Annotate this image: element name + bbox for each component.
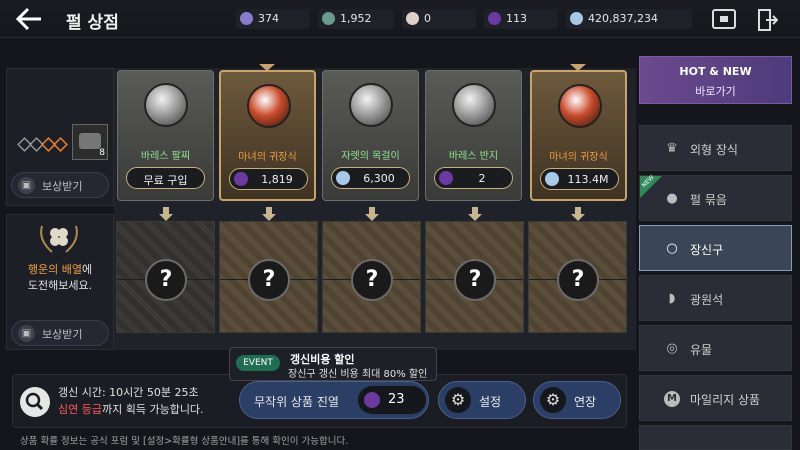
lucky-array-text: 행운의 배열에 도전해보세요. <box>27 263 93 292</box>
product-card-2[interactable]: 마녀의 귀장식 1,819 <box>219 70 316 201</box>
down-arrow-icon <box>571 207 585 221</box>
silver-coin-icon <box>570 12 583 25</box>
progress-diamonds-icon <box>16 134 68 154</box>
currency-purple-gem: 113 <box>484 9 558 29</box>
event-badge: EVENT <box>236 355 280 371</box>
down-arrow-icon <box>262 207 276 221</box>
bracelet-icon <box>144 83 188 127</box>
question-mark-icon: ? <box>351 259 393 301</box>
mileage-icon: M <box>664 391 680 407</box>
buy-button[interactable]: 2 <box>434 167 513 189</box>
reward-button-top[interactable]: ▣ 보상받기 <box>11 172 109 198</box>
question-mark-icon: ? <box>454 259 496 301</box>
gift-icon: ▣ <box>18 325 35 342</box>
event-tooltip: EVENT 갱신비용 할인 장신구 갱신 비용 최대 80% 할인 <box>229 347 437 381</box>
ring-item-icon <box>452 83 496 127</box>
search-icon[interactable] <box>20 387 50 417</box>
reward-item-thumbnail[interactable]: 8 <box>72 124 108 160</box>
mystery-slot-2[interactable]: ? <box>219 221 318 333</box>
buy-button[interactable]: 6,300 <box>331 167 410 189</box>
mystery-slot-3[interactable]: ? <box>322 221 421 333</box>
ring-icon: ○ <box>666 241 678 256</box>
purple-gem-icon <box>364 392 380 408</box>
relic-icon: ◎ <box>666 341 678 356</box>
badge-count: 8 <box>99 148 105 158</box>
probability-footnote: 상품 확률 정보는 공식 포럼 및 [설정>확률형 상품안내]를 통해 확인이 … <box>20 436 349 447</box>
mileage-icon <box>240 12 253 25</box>
question-mark-icon: ? <box>248 259 290 301</box>
page-title: 펄 상점 <box>66 13 119 33</box>
gift-icon: ▣ <box>18 177 35 194</box>
random-cost: 23 <box>358 386 426 414</box>
refresh-time: 갱신 시간: 10시간 50분 25초 <box>58 386 199 399</box>
back-arrow-icon[interactable] <box>14 6 44 32</box>
sidebar-item-partial[interactable] <box>639 425 792 450</box>
hot-new-banner[interactable]: HOT & NEW 바로가기 <box>639 56 792 104</box>
purple-gem-icon <box>488 12 501 25</box>
mystery-slot-1[interactable]: ? <box>116 221 215 333</box>
mystery-slot-5[interactable]: ? <box>528 221 627 333</box>
question-mark-icon: ? <box>145 259 187 301</box>
exit-door-icon[interactable] <box>758 9 779 31</box>
extend-button[interactable]: ⚙ 연장 <box>533 381 621 419</box>
sidebar-item-pearl-bundle[interactable]: NEW ● 펄 묶음 <box>639 174 792 221</box>
earring-icon <box>558 84 602 128</box>
currency-crystal: 1,952 <box>318 9 394 29</box>
sidebar-item-appearance[interactable]: ♛ 외형 장식 <box>639 125 792 171</box>
product-card-4[interactable]: 바레스 반지 2 <box>425 70 522 201</box>
product-card-3[interactable]: 자렛의 목걸이 6,300 <box>322 70 419 201</box>
sidebar-item-relic[interactable]: ◎ 유물 <box>639 325 792 371</box>
silver-coin-icon <box>336 171 350 185</box>
grade-info: 심연 등급까지 획득 가능합니다. <box>58 403 204 416</box>
clover-laurel-icon <box>34 220 84 256</box>
random-display-button[interactable]: 무작위 상품 진열 23 <box>239 381 429 419</box>
chest-icon <box>79 133 101 149</box>
buy-button[interactable]: 무료 구입 <box>126 167 205 189</box>
buy-button[interactable]: 113.4M <box>540 168 619 190</box>
reward-button-bottom[interactable]: ▣ 보상받기 <box>11 320 109 346</box>
earring-icon <box>247 84 291 128</box>
crystal-icon <box>322 12 335 25</box>
mystery-slot-4[interactable]: ? <box>425 221 524 333</box>
event-desc: 장신구 갱신 비용 최대 80% 할인 <box>288 369 428 380</box>
down-arrow-icon <box>365 207 379 221</box>
silver-coin-icon <box>545 172 559 186</box>
currency-silver: 420,837,234 <box>566 9 692 29</box>
gear-icon: ⚙ <box>540 387 566 413</box>
product-card-1[interactable]: 바레스 팔찌 무료 구입 <box>117 70 214 201</box>
crown-icon: ♛ <box>666 141 678 156</box>
ore-icon: ◗ <box>668 291 676 306</box>
product-card-5[interactable]: 마녀의 귀장식 113.4M <box>530 70 627 201</box>
sidebar-item-ore[interactable]: ◗ 광원석 <box>639 275 792 321</box>
pearl-bundle-icon: ● <box>666 191 678 206</box>
down-arrow-icon <box>468 207 482 221</box>
question-mark-icon: ? <box>557 259 599 301</box>
necklace-icon <box>349 83 393 127</box>
sidebar-item-mileage[interactable]: M 마일리지 상품 <box>639 375 792 421</box>
purple-gem-icon <box>439 171 453 185</box>
pearl-icon <box>406 12 419 25</box>
sidebar-item-accessories[interactable]: ○ 장신구 <box>639 225 792 271</box>
currency-pearl: 0 <box>402 9 476 29</box>
settings-button[interactable]: ⚙ 설정 <box>438 381 526 419</box>
currency-mileage: 374 <box>236 9 310 29</box>
down-arrow-icon <box>159 207 173 221</box>
purple-gem-icon <box>234 172 248 186</box>
storage-box-icon[interactable] <box>712 9 736 29</box>
buy-button[interactable]: 1,819 <box>229 168 308 190</box>
gear-icon: ⚙ <box>445 387 471 413</box>
